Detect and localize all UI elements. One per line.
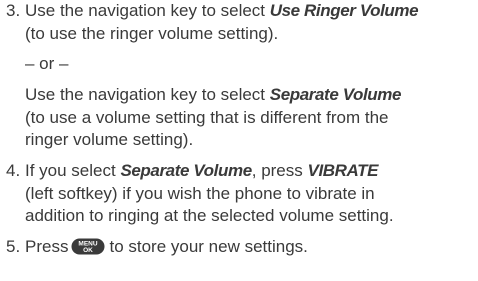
option-use-ringer-volume: Use Ringer Volume xyxy=(269,1,419,20)
step-text: Press xyxy=(25,237,69,256)
key-label-bottom: OK xyxy=(84,247,94,254)
step-text: If you select xyxy=(25,161,121,180)
step-4: 4. If you select Separate Volume, press V… xyxy=(6,160,476,183)
step-number: 3. xyxy=(6,1,21,20)
alt-line-1: Use the navigation key to select Separat… xyxy=(25,84,476,107)
step-3-line-2: (to use the ringer volume setting). xyxy=(25,23,279,43)
step-text: , press xyxy=(251,161,308,180)
alt-line-2: (to use a volume setting that is differe… xyxy=(25,107,389,127)
step-3: 3. Use the navigation key to select Use R… xyxy=(6,0,476,23)
step-number: 5. xyxy=(6,237,21,256)
step-4-line-2: (left softkey) if you wish the phone to … xyxy=(25,183,375,203)
step-5: 5. Press MENU OK to store your new settin… xyxy=(6,236,476,259)
option-separate-volume: Separate Volume xyxy=(120,161,252,180)
step-text: Use the navigation key to select xyxy=(25,1,270,20)
alt-line-3: ringer volume setting). xyxy=(25,130,194,149)
menu-ok-key-icon: MENU OK xyxy=(71,238,105,255)
softkey-vibrate: VIBRATE xyxy=(307,161,379,180)
or-separator: – or – xyxy=(25,54,69,73)
step-text: to store your new settings. xyxy=(109,237,308,256)
step-4-line-3: addition to ringing at the selected volu… xyxy=(25,206,394,225)
step-number: 4. xyxy=(6,161,21,180)
option-separate-volume: Separate Volume xyxy=(269,85,402,104)
alt-text: Use the navigation key to select xyxy=(25,85,270,104)
